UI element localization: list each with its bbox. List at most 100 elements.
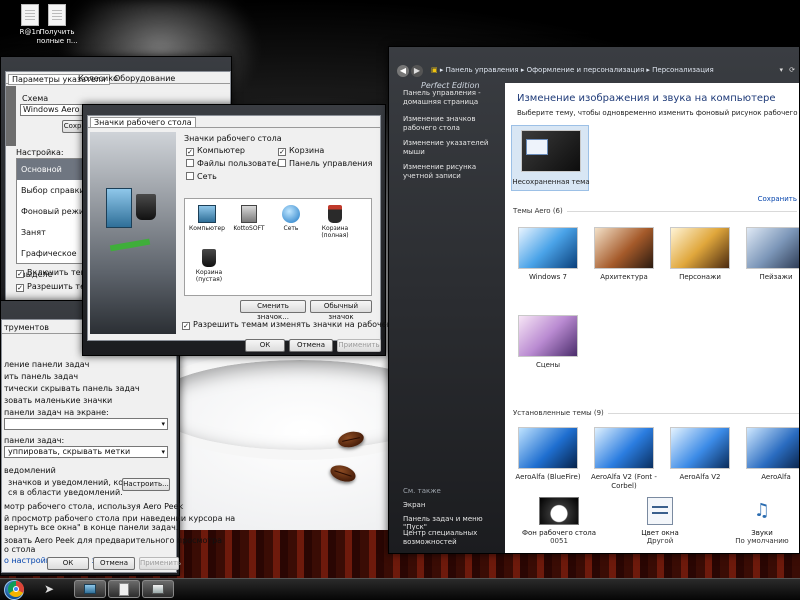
- breadcrumb-item[interactable]: Персонализация: [652, 66, 714, 74]
- user-folder-icon: [241, 205, 257, 223]
- breadcrumb-item[interactable]: Оформление и персонализация: [527, 66, 645, 74]
- icon-item-user[interactable]: KottoSOFT: [231, 205, 267, 232]
- tab-desktop-icons[interactable]: Значки рабочего стола: [90, 117, 196, 128]
- theme-thumbnail: [594, 427, 654, 469]
- sidebar-link-home[interactable]: Панель управления - домашняя страница: [403, 89, 503, 107]
- customize-button[interactable]: Настроить...: [122, 478, 170, 491]
- buttons-label: панели задач:: [4, 436, 65, 445]
- chevron-down-icon: ▾: [161, 420, 165, 428]
- theme-item[interactable]: Персонажи: [661, 223, 739, 289]
- default-icon-button[interactable]: Обычный значок: [310, 300, 372, 321]
- theme-unsaved[interactable]: Несохраненная тема: [511, 125, 590, 191]
- taskbar-properties-body: трументов ление панели задач ить панель …: [1, 319, 235, 573]
- check-computer[interactable]: ✓ Компьютер: [186, 146, 245, 156]
- network-icon: [282, 205, 300, 223]
- taskbar-app-control-panel[interactable]: [142, 580, 174, 598]
- cursor-icon[interactable]: ➤: [40, 581, 58, 597]
- theme-item[interactable]: Архитектура: [585, 223, 663, 289]
- small-icons-option[interactable]: зовать маленькие значки: [4, 396, 112, 405]
- tab-toolbars[interactable]: трументов: [4, 323, 49, 332]
- computer-icon: [198, 205, 216, 223]
- window-color-option[interactable]: Цвет окна Другой: [625, 497, 695, 545]
- theme-thumbnail: [521, 130, 581, 172]
- apply-button[interactable]: Применить: [139, 557, 181, 570]
- cursor-list-item[interactable]: Основной режим: [17, 159, 91, 195]
- checkbox-checked-icon: ✓: [182, 322, 190, 330]
- desktop-background-option[interactable]: Фон рабочего стола 0051: [519, 497, 599, 545]
- sidebar-link-mouse-pointers[interactable]: Изменение указателей мыши: [403, 139, 503, 157]
- forward-arrow-icon[interactable]: ▶: [411, 65, 423, 77]
- theme-caption: AeroAlfa (BlueFire): [515, 473, 581, 481]
- sidebar-link-desktop-icons[interactable]: Изменение значков рабочего стола: [403, 115, 503, 133]
- tab-strip: Значки рабочего стола: [88, 116, 380, 128]
- position-label: панели задач на экране:: [4, 408, 109, 417]
- theme-caption: Несохраненная тема: [512, 178, 590, 186]
- computer-icon: [84, 584, 96, 594]
- icon-item-bin-full[interactable]: Корзина (полная): [315, 205, 355, 239]
- theme-item[interactable]: AeroAlfa V2: [661, 423, 739, 489]
- scheme-select[interactable]: Windows Aero (систе: [20, 104, 86, 116]
- check-recycle-bin[interactable]: ✓ Корзина: [278, 146, 324, 156]
- see-also-display[interactable]: Экран: [403, 501, 425, 509]
- notify-text: ся в области уведомлений.: [8, 488, 123, 497]
- change-icon-button[interactable]: Сменить значок...: [240, 300, 306, 321]
- icon-item-network[interactable]: Сеть: [273, 205, 309, 232]
- cursor-list-item[interactable]: Графическое выделе: [17, 243, 91, 279]
- apply-button[interactable]: Применить: [337, 339, 381, 352]
- chevron-down-icon: ▾: [161, 448, 165, 456]
- tab-hardware[interactable]: Оборудование: [114, 74, 175, 83]
- peek-text: вернуть все окна" в конце панели задач.: [4, 523, 179, 532]
- theme-item[interactable]: Пейзажи: [737, 223, 799, 289]
- refresh-icon[interactable]: ⟳: [789, 66, 795, 74]
- autohide-option[interactable]: тически скрывать панель задач: [4, 384, 140, 393]
- sidebar-link-account-picture[interactable]: Изменение рисунка учетной записи: [403, 163, 503, 181]
- cancel-button[interactable]: Отмена: [93, 557, 135, 570]
- personalization-window: ◀ ▶ ▣ ▸ Панель управления ▸ Оформление и…: [388, 46, 800, 554]
- taskbar-app-file[interactable]: [108, 580, 140, 598]
- theme-caption: AeroAlfa: [761, 473, 791, 481]
- cancel-button[interactable]: Отмена: [289, 339, 333, 352]
- ok-button[interactable]: ОК: [245, 339, 285, 352]
- taskbar-app-computer[interactable]: [74, 580, 106, 598]
- desktop-icon-get-full[interactable]: Получить полные п...: [27, 4, 87, 46]
- sounds-option[interactable]: ♫ Звуки По умолчанию: [727, 497, 797, 545]
- breadcrumb-item[interactable]: Панель управления: [446, 66, 519, 74]
- chevron-down-icon[interactable]: ▾: [779, 66, 783, 74]
- theme-caption: Архитектура: [600, 273, 648, 281]
- cable-decoration: [109, 238, 151, 252]
- save-theme-link[interactable]: Сохранить: [758, 195, 797, 203]
- icon-item-computer[interactable]: Компьютер: [189, 205, 225, 232]
- icon-item-bin-empty[interactable]: Корзина (пустая): [191, 249, 227, 283]
- allow-themes-checkbox[interactable]: ✓ Разрешить темам изменять значки на рабо…: [182, 320, 419, 330]
- tab-wheel[interactable]: Колесико: [78, 74, 118, 83]
- theme-item[interactable]: AeroAlfa: [737, 423, 799, 489]
- check-network[interactable]: Сеть: [186, 172, 217, 181]
- ok-button[interactable]: ОК: [47, 557, 89, 570]
- cursor-list[interactable]: Основной режим Выбор справки Фоновый реж…: [16, 158, 92, 279]
- theme-caption: AeroAlfa V2: [679, 473, 721, 481]
- see-also-accessibility[interactable]: Центр специальных возможностей: [403, 529, 495, 547]
- peek-label: мотр рабочего стола, используя Aero Peek: [4, 502, 184, 511]
- theme-item[interactable]: AeroAlfa V2 (Font - Corbel): [585, 423, 663, 490]
- theme-item[interactable]: AeroAlfa (BlueFire): [509, 423, 587, 489]
- group-title: Значки рабочего стола: [184, 134, 282, 143]
- chrome-icon[interactable]: [8, 581, 24, 597]
- peek-text: зовать Aero Peek для предварительного пр…: [4, 536, 223, 545]
- file-icon: [119, 583, 129, 596]
- theme-thumbnail: [670, 227, 730, 269]
- cursor-list-item[interactable]: Выбор справки: [17, 180, 91, 201]
- check-control-panel[interactable]: Панель управления: [278, 159, 372, 168]
- lock-taskbar-option[interactable]: ить панель задач: [4, 372, 78, 381]
- back-arrow-icon[interactable]: ◀: [397, 65, 409, 77]
- position-select[interactable]: ▾: [4, 418, 168, 430]
- preview-panel: [90, 132, 176, 334]
- cursor-list-item[interactable]: Фоновый режим: [17, 201, 91, 222]
- folder-icon: ▣: [431, 66, 438, 74]
- theme-item[interactable]: Сцены: [509, 311, 587, 377]
- theme-item[interactable]: Windows 7: [509, 223, 587, 289]
- personalization-main: Изменение изображения и звука на компьют…: [505, 83, 799, 553]
- buttons-select[interactable]: уппировать, скрывать метки ▾: [4, 446, 168, 458]
- cursor-list-item[interactable]: Занят: [17, 222, 91, 243]
- address-bar: ◀ ▶ ▣ ▸ Панель управления ▸ Оформление и…: [393, 63, 799, 79]
- check-user-files[interactable]: Файлы пользователя: [186, 159, 286, 168]
